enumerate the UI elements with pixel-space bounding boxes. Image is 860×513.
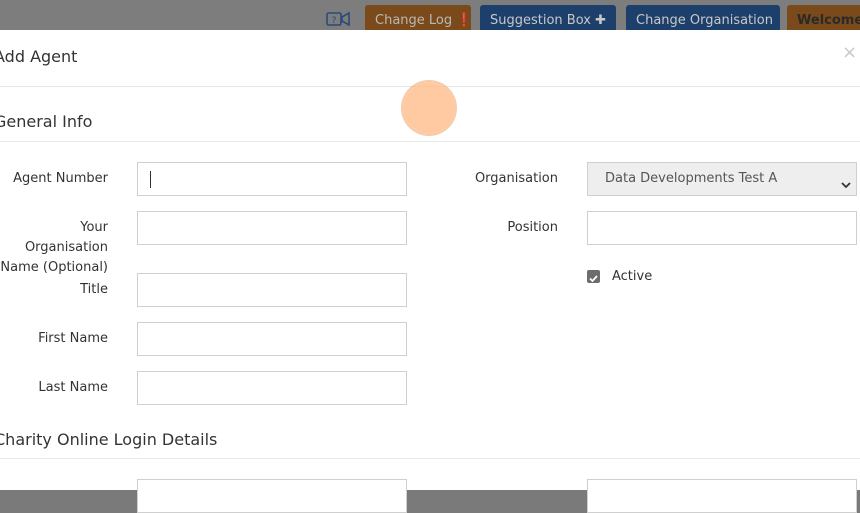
close-icon[interactable]: × <box>842 42 857 63</box>
your-organisation-name-label-line2: Name (Optional) <box>0 260 108 275</box>
last-name-label: Last Name <box>38 380 108 395</box>
section-title-login-details: Charity Online Login Details <box>0 430 218 449</box>
position-label: Position <box>507 220 558 235</box>
organisation-select[interactable]: Data Developments Test A <box>587 162 857 196</box>
login-field-left[interactable] <box>137 479 407 513</box>
first-name-input[interactable] <box>137 322 407 356</box>
your-organisation-name-input[interactable] <box>137 211 407 245</box>
checkmark-icon <box>589 275 598 283</box>
position-input[interactable] <box>587 211 857 245</box>
agent-number-label: Agent Number <box>13 171 108 186</box>
video-camera-icon[interactable]: ? <box>326 11 350 27</box>
svg-text:?: ? <box>332 16 337 26</box>
your-organisation-name-label: Your Organisation Name (Optional) <box>0 218 108 278</box>
modal-header: Add Agent × <box>0 30 860 87</box>
agent-number-input[interactable] <box>137 162 407 196</box>
active-checkbox[interactable] <box>587 270 600 283</box>
your-organisation-name-label-line1: Your Organisation <box>24 220 108 255</box>
modal-title: Add Agent <box>0 47 78 66</box>
title-label: Title <box>80 282 108 297</box>
section-title-general-info: General Info <box>0 112 93 131</box>
organisation-selected-value: Data Developments Test A <box>605 171 778 186</box>
section-divider <box>0 141 860 142</box>
section-divider <box>0 458 860 459</box>
active-label: Active <box>612 269 653 284</box>
chevron-down-icon <box>840 172 852 189</box>
click-indicator <box>403 82 455 134</box>
title-input[interactable] <box>137 273 407 307</box>
first-name-label: First Name <box>38 331 108 346</box>
top-navigation-bar: ? Change Log ❗ Suggestion Box ✚ Change O… <box>0 0 860 35</box>
organisation-label: Organisation <box>474 171 558 186</box>
login-field-right[interactable] <box>587 479 857 513</box>
text-caret <box>150 171 151 188</box>
last-name-input[interactable] <box>137 371 407 405</box>
